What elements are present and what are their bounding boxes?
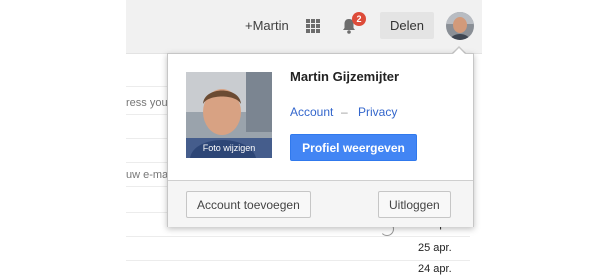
list-divider <box>126 236 470 237</box>
privacy-link[interactable]: Privacy <box>358 105 397 119</box>
share-button[interactable]: Delen <box>380 12 434 39</box>
list-item-date: 25 apr. <box>418 242 452 254</box>
link-separator: – <box>341 105 348 119</box>
notification-badge[interactable]: 2 <box>352 12 366 26</box>
plus-user-link[interactable]: +Martin <box>245 18 289 33</box>
profile-photo[interactable]: Foto wijzigen <box>186 72 272 158</box>
popup-arrow-inner <box>452 47 466 55</box>
change-photo-caption[interactable]: Foto wijzigen <box>186 138 272 158</box>
view-profile-button[interactable]: Profiel weergeven <box>290 134 417 161</box>
account-popup: Foto wijzigen Martin Gijzemijter Account… <box>167 53 474 227</box>
add-account-button[interactable]: Account toevoegen <box>186 191 311 218</box>
popup-footer: Account toevoegen Uitloggen <box>168 180 473 227</box>
list-item-fragment: ress you <box>126 97 168 109</box>
user-name: Martin Gijzemijter <box>290 69 400 84</box>
list-item-fragment: uw e-ma <box>126 169 169 181</box>
logout-button[interactable]: Uitloggen <box>378 191 451 218</box>
account-link[interactable]: Account <box>290 105 333 119</box>
avatar[interactable] <box>446 12 474 40</box>
apps-grid-icon[interactable] <box>306 19 320 33</box>
list-divider <box>126 260 470 261</box>
list-item-date: 24 apr. <box>418 263 452 275</box>
